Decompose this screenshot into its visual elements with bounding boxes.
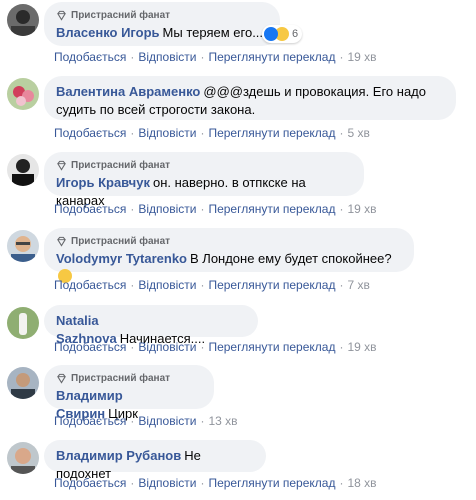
badge-label: Пристрасний фанат xyxy=(71,10,171,21)
comment-text: В Лондоне ему будет спокойнее? xyxy=(190,251,392,266)
comment-actions: Подобається · Відповісти · Переглянути перек… xyxy=(54,278,370,292)
avatar[interactable] xyxy=(7,230,39,262)
avatar[interactable] xyxy=(7,4,39,36)
badge-label: Пристрасний фанат xyxy=(71,160,171,171)
like-reaction-icon xyxy=(264,27,278,41)
comment-bubble: Пристрасний фанат Владимир Свирин Цирк xyxy=(44,365,214,421)
timestamp[interactable]: 18 хв xyxy=(347,476,376,490)
timestamp[interactable]: 19 хв xyxy=(347,340,376,354)
see-translation-link[interactable]: Переглянути переклад xyxy=(208,202,335,216)
avatar[interactable] xyxy=(7,367,39,399)
top-fan-badge: Пристрасний фанат xyxy=(56,9,268,22)
timestamp[interactable]: 19 хв xyxy=(347,202,376,216)
comment-bubble: Пристрасний фанат Игорь Кравчук он. навер… xyxy=(44,152,364,208)
comment-author[interactable]: Игорь Кравчук xyxy=(56,175,150,190)
avatar[interactable] xyxy=(7,78,39,110)
reply-link[interactable]: Відповісти xyxy=(138,340,196,354)
comment-actions: Подобається · Відповісти · Переглянути перек… xyxy=(54,340,377,354)
badge-label: Пристрасний фанат xyxy=(71,373,171,384)
like-link[interactable]: Подобається xyxy=(54,340,126,354)
diamond-icon xyxy=(57,10,66,21)
timestamp[interactable]: 5 хв xyxy=(347,126,369,140)
timestamp[interactable]: 7 хв xyxy=(347,278,369,292)
reply-link[interactable]: Відповісти xyxy=(138,476,196,490)
avatar[interactable] xyxy=(7,442,39,474)
like-link[interactable]: Подобається xyxy=(54,476,126,490)
diamond-icon xyxy=(57,236,66,247)
comment-author[interactable]: Власенко Игорь xyxy=(56,25,160,40)
badge-label: Пристрасний фанат xyxy=(71,236,171,247)
like-link[interactable]: Подобається xyxy=(54,50,126,64)
timestamp[interactable]: 19 хв xyxy=(347,50,376,64)
like-link[interactable]: Подобається xyxy=(54,278,126,292)
see-translation-link[interactable]: Переглянути переклад xyxy=(208,340,335,354)
like-link[interactable]: Подобається xyxy=(54,202,126,216)
top-fan-badge: Пристрасний фанат xyxy=(56,159,352,172)
comment-actions: Подобається · Відповісти · Переглянути перек… xyxy=(54,50,377,64)
comment-text: Мы теряем его... xyxy=(162,25,264,40)
comment-actions: Подобається · Відповісти · Переглянути перек… xyxy=(54,476,377,490)
comment-bubble: Валентина Авраменко @@@здешь и провокация… xyxy=(44,76,456,120)
reply-link[interactable]: Відповісти xyxy=(138,50,196,64)
comment-actions: Подобається · Відповісти · 13 хв xyxy=(54,414,238,428)
avatar[interactable] xyxy=(7,307,39,339)
see-translation-link[interactable]: Переглянути переклад xyxy=(208,50,335,64)
comment-bubble: Владимир Рубанов Не подохнет xyxy=(44,440,266,481)
top-fan-badge: Пристрасний фанат xyxy=(56,372,202,385)
comment-author[interactable]: Владимир Рубанов xyxy=(56,448,181,463)
comment-actions: Подобається · Відповісти · Переглянути перек… xyxy=(54,126,370,140)
avatar[interactable] xyxy=(7,154,39,186)
comment-bubble: Пристрасний фанат Volodymyr Tytarenko В Л… xyxy=(44,228,414,283)
diamond-icon xyxy=(57,160,66,171)
reply-link[interactable]: Відповісти xyxy=(138,202,196,216)
reactions-count[interactable]: 6 xyxy=(262,25,303,43)
see-translation-link[interactable]: Переглянути переклад xyxy=(208,126,335,140)
reply-link[interactable]: Відповісти xyxy=(138,278,196,292)
like-link[interactable]: Подобається xyxy=(54,126,126,140)
diamond-icon xyxy=(57,373,66,384)
timestamp[interactable]: 13 хв xyxy=(208,414,237,428)
comment-actions: Подобається · Відповісти · Переглянути перек… xyxy=(54,202,377,216)
like-link[interactable]: Подобається xyxy=(54,414,126,428)
comment-author[interactable]: Volodymyr Tytarenko xyxy=(56,251,187,266)
reply-link[interactable]: Відповісти xyxy=(138,414,196,428)
top-fan-badge: Пристрасний фанат xyxy=(56,235,402,248)
see-translation-link[interactable]: Переглянути переклад xyxy=(208,476,335,490)
comment-author[interactable]: Валентина Авраменко xyxy=(56,84,200,99)
comment-bubble: Пристрасний фанат Власенко Игорь Мы теряе… xyxy=(44,2,280,46)
reply-link[interactable]: Відповісти xyxy=(138,126,196,140)
see-translation-link[interactable]: Переглянути переклад xyxy=(208,278,335,292)
comment-bubble: Natalia Sazhnova Начинается.... xyxy=(44,305,258,346)
